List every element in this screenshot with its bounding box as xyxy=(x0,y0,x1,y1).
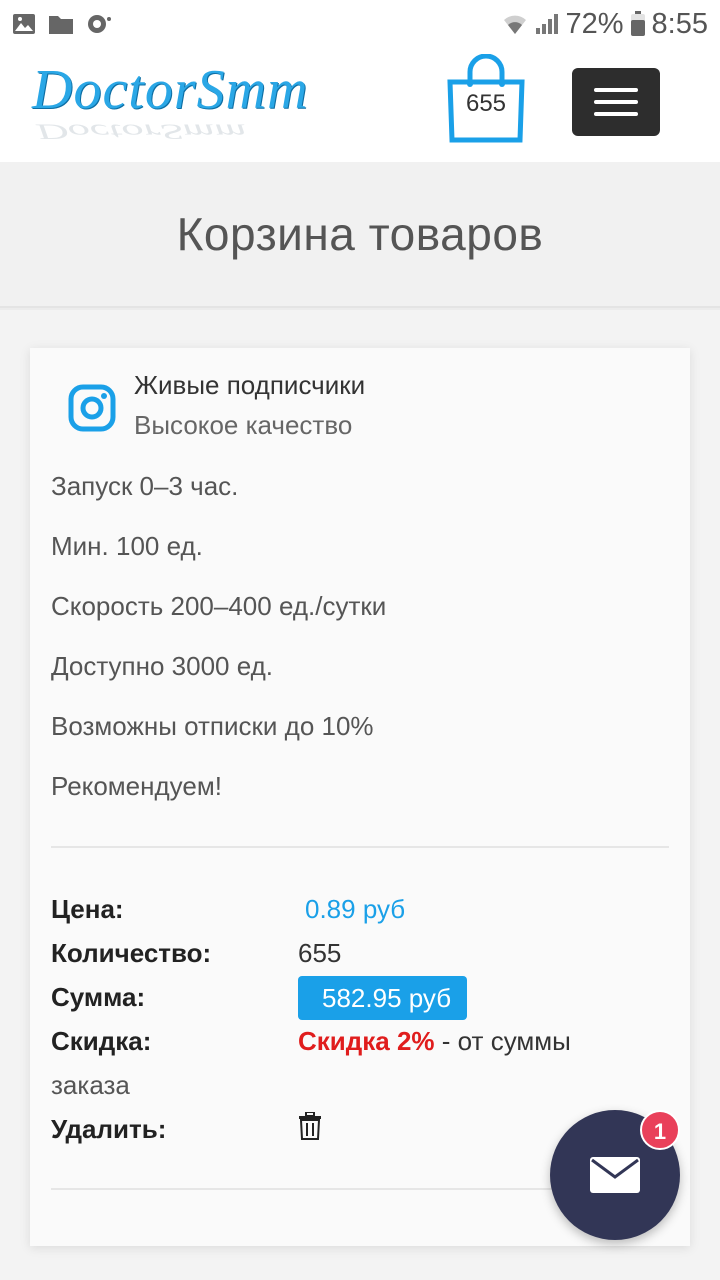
logo-reflection: DoctorSmm xyxy=(36,119,247,144)
quantity-label: Количество: xyxy=(51,938,212,968)
discount-row: Скидка: Скидка 2% - от суммы заказа xyxy=(51,1020,651,1108)
feature-item: Возможны отписки до 10% xyxy=(51,711,374,741)
feature-item: Доступно 3000 ед. xyxy=(51,651,274,681)
clock: 8:55 xyxy=(651,7,708,40)
menu-button[interactable] xyxy=(572,68,660,136)
sync-icon xyxy=(88,15,111,33)
site-logo[interactable]: DoctorSmm DoctorSmm xyxy=(32,58,352,148)
hamburger-menu-icon-bar xyxy=(594,100,638,104)
mail-icon xyxy=(590,1157,640,1193)
status-bar: 72% 8:55 xyxy=(0,0,720,48)
title-band: Корзина товаров xyxy=(0,162,720,308)
price-row: Цена: 0.89 руб xyxy=(51,888,651,932)
cart-count: 655 xyxy=(465,90,507,117)
product-header: Живые подписчики Высокое качество xyxy=(68,370,668,450)
page-title: Корзина товаров xyxy=(176,208,544,260)
order-details: Цена: 0.89 руб Количество: 655 Сумма: 58… xyxy=(51,888,651,1152)
discount-text: Скидка 2% - от суммы xyxy=(298,1026,571,1057)
price-label: Цена: xyxy=(51,894,124,924)
feature-item: Мин. 100 ед. xyxy=(51,531,203,561)
cart-item-card: Живые подписчики Высокое качество Запуск… xyxy=(30,348,690,1246)
trash-icon[interactable] xyxy=(298,1112,322,1140)
hamburger-menu-icon-bar xyxy=(594,112,638,116)
cart-button[interactable]: 655 xyxy=(444,53,528,144)
hamburger-menu-icon xyxy=(594,88,638,92)
battery-icon xyxy=(630,11,645,36)
discount-value: Скидка 2% xyxy=(298,1026,435,1056)
folder-icon xyxy=(49,16,73,34)
delete-label: Удалить: xyxy=(51,1114,167,1144)
status-left xyxy=(12,13,112,35)
quantity-row: Количество: 655 xyxy=(51,932,651,976)
site-header: DoctorSmm DoctorSmm 655 xyxy=(0,48,720,162)
battery-percent: 72% xyxy=(565,7,624,40)
logo-text: DoctorSmm xyxy=(32,59,309,121)
price-value: 0.89 руб xyxy=(305,894,406,924)
feature-item: Запуск 0–3 час. xyxy=(51,471,239,501)
feature-item: Рекомендуем! xyxy=(51,771,222,801)
signal-icon xyxy=(535,14,558,34)
divider xyxy=(51,846,669,848)
product-name: Живые подписчики xyxy=(134,370,366,400)
gallery-icon xyxy=(13,14,35,34)
notification-badge: 1 xyxy=(640,1110,680,1150)
discount-label: Скидка: xyxy=(51,1026,152,1056)
instagram-icon xyxy=(68,384,116,432)
discount-suffix: - от суммы xyxy=(434,1026,571,1056)
quantity-value: 655 xyxy=(298,938,342,968)
wifi-icon xyxy=(503,15,526,34)
status-right: 72% 8:55 xyxy=(502,7,708,41)
feature-item: Скорость 200–400 ед./сутки xyxy=(51,591,387,621)
sum-row: Сумма: 582.95 руб xyxy=(51,976,651,1020)
product-features: Запуск 0–3 час. Мин. 100 ед. Скорость 20… xyxy=(51,466,661,826)
sum-badge: 582.95 руб xyxy=(298,976,468,1020)
sum-label: Сумма: xyxy=(51,982,146,1012)
discount-wrap: заказа xyxy=(51,1070,130,1100)
product-quality: Высокое качество xyxy=(134,410,353,440)
